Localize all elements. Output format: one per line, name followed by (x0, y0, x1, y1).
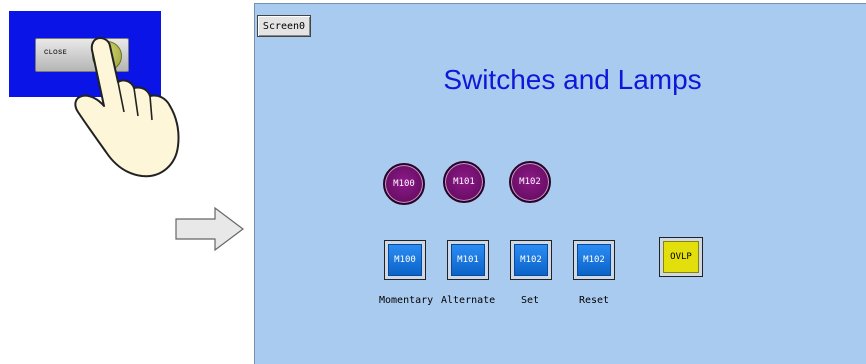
lamp-m100: M100 (383, 163, 425, 205)
close-button-label: CLOSE (44, 50, 68, 56)
lamp-m101: M101 (443, 161, 485, 203)
switch-set[interactable]: M102 (510, 240, 552, 280)
right-arrow-icon (175, 207, 244, 251)
pointing-hand-icon (74, 37, 180, 178)
ovlp-label: OVLP (663, 241, 699, 273)
switch-label: M101 (451, 244, 485, 276)
switch-momentary[interactable]: M100 (384, 240, 426, 280)
switch-reset[interactable]: M102 (573, 240, 615, 280)
switch-label: M102 (577, 244, 611, 276)
switch-caption: Momentary (379, 295, 434, 306)
screen-tab[interactable]: Screen0 (257, 15, 311, 37)
hmi-screen: Screen0 Switches and Lamps M100 M101 M10… (254, 3, 866, 364)
switch-caption: Alternate (441, 295, 496, 306)
page-title: Switches and Lamps (443, 64, 702, 95)
ovlp-button[interactable]: OVLP (659, 237, 703, 277)
switch-caption: Set (520, 295, 540, 306)
switch-caption: Reset (578, 295, 610, 306)
switch-alternate[interactable]: M101 (447, 240, 489, 280)
lamp-m102: M102 (509, 161, 551, 203)
switch-label: M100 (388, 244, 422, 276)
switch-label: M102 (514, 244, 548, 276)
